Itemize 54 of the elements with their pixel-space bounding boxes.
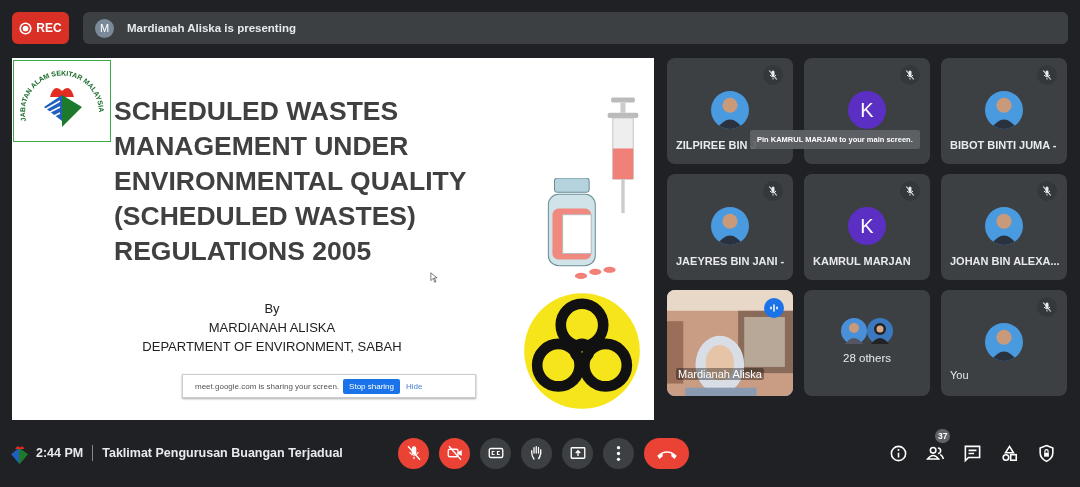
avatar [711,207,749,245]
avatar: K [848,207,886,245]
meeting-title: Taklimat Pengurusan Buangan Terjadual [102,446,343,460]
participant-tile[interactable]: JAEYRES BIN JANI - [667,174,793,280]
participant-tile[interactable]: K KAMRUL MARJAN [804,174,930,280]
more-options-icon [616,444,621,462]
end-call-button[interactable] [644,437,689,469]
raise-hand-button[interactable] [521,437,552,469]
microphone-button[interactable] [398,437,429,469]
present-screen-icon [568,444,587,462]
slide-title: SCHEDULED WASTES MANAGEMENT UNDER ENVIRONMENTAL QUALITY (SCHEDULED WASTES) REGULATIONS 2005 [114,95,467,268]
participant-tile[interactable]: 28 others [804,290,930,396]
chat-icon[interactable] [963,443,982,463]
avatar [985,91,1023,129]
record-icon [19,21,33,35]
participant-name: JOHAN BIN ALEXA... [950,255,1060,267]
cursor-icon [430,272,438,283]
avatar [711,91,749,129]
participant-tile[interactable]: JOHAN BIN ALEXA... [941,174,1067,280]
presenting-text: Mardianah Aliska is presenting [127,22,296,34]
shapes-icon[interactable] [1000,443,1019,463]
sharing-message: meet.google.com is sharing your screen. [195,381,340,391]
participant-name: JAEYRES BIN JANI - [676,255,785,267]
avatar [867,318,893,344]
author-name: MARDIANAH ALISKA [208,320,336,335]
avatar [841,318,867,344]
participant-count-badge: 37 [935,428,951,443]
avatar: K [848,91,886,129]
avatar [985,323,1023,361]
info-icon[interactable] [889,443,908,463]
department-name: DEPARTMENT OF ENVIRONMENT, SABAH [142,339,402,354]
more-options-button[interactable] [603,437,634,469]
present-button[interactable] [562,437,593,469]
stop-sharing-button[interactable]: Stop sharing [343,378,400,394]
participant-tile[interactable]: BIBOT BINTI JUMA - [941,58,1067,164]
meeting-time: 2:44 PM [36,446,84,460]
participant-name: Mardianah Aliska [676,368,764,380]
avatar [985,207,1023,245]
hide-link[interactable]: Hide [404,381,425,391]
camera-button[interactable] [439,437,470,469]
camera-icon [445,444,464,462]
participant-tile[interactable]: Mardianah Aliska [667,290,793,396]
record-button[interactable]: REC [12,12,69,44]
byline-label: By [264,301,280,316]
others-count: 28 others [843,352,891,364]
captions-button[interactable] [480,437,511,469]
participant-name: BIBOT BINTI JUMA - [950,139,1057,151]
shield-lock-icon[interactable] [1037,443,1056,463]
participant-name: ZILPIREE BIN J [676,139,757,151]
biohazard-icon [523,292,641,410]
participant-name: You [950,369,969,381]
participant-tile[interactable]: You [941,290,1067,396]
participant-name: KAMRUL MARJAN [813,255,911,267]
avatar: M [95,18,114,38]
